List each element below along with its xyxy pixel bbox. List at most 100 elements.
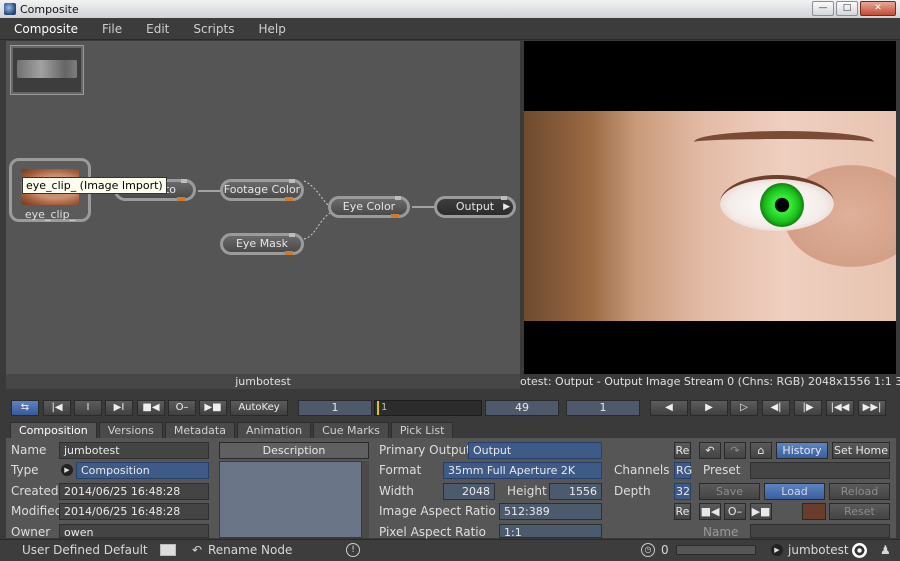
- format-field[interactable]: 35mm Full Aperture 2K: [443, 462, 602, 479]
- record-key-icon[interactable]: [802, 503, 826, 520]
- owner-field[interactable]: owen: [59, 524, 209, 539]
- description-textarea[interactable]: [219, 461, 362, 538]
- info-icon[interactable]: !: [346, 543, 360, 557]
- name2-field[interactable]: [750, 524, 890, 538]
- key-small-icon[interactable]: O–: [724, 503, 746, 520]
- set-out-icon[interactable]: ▶I: [105, 400, 133, 416]
- tab-metadata[interactable]: Metadata: [164, 422, 235, 439]
- step-back-icon[interactable]: ◀|: [762, 400, 790, 416]
- key-icon[interactable]: O–: [168, 400, 196, 416]
- menu-help[interactable]: Help: [258, 22, 285, 36]
- tab-pick-list[interactable]: Pick List: [390, 422, 454, 439]
- pixel-aspect-label: Pixel Aspect Ratio: [379, 525, 486, 539]
- redo-icon[interactable]: ↷: [724, 442, 746, 459]
- output-play-icon: ▶: [503, 202, 510, 212]
- home-icon[interactable]: ⌂: [750, 442, 772, 459]
- preset-label: Preset: [703, 463, 741, 477]
- window-title: Composite: [20, 2, 79, 16]
- menu-edit[interactable]: Edit: [146, 22, 169, 36]
- status-value: 0: [661, 543, 669, 557]
- timeline-scrubber[interactable]: 1: [374, 400, 482, 416]
- viewer-status: otest: Output - Output Image Stream 0 (C…: [520, 374, 900, 389]
- created-label: Created: [11, 484, 59, 498]
- tab-animation[interactable]: Animation: [236, 422, 312, 439]
- go-to-start-icon[interactable]: |◀: [43, 400, 71, 416]
- eyebrow-shape: [694, 131, 874, 153]
- tab-composition[interactable]: Composition: [10, 422, 97, 439]
- channels-field[interactable]: RG: [674, 462, 692, 479]
- type-label: Type: [11, 463, 39, 477]
- timeline-cursor[interactable]: [377, 401, 379, 415]
- node-eye-color-label: Eye Color: [342, 200, 396, 213]
- height-field[interactable]: 1556: [549, 483, 602, 500]
- timeline-frame-label: 1: [381, 402, 388, 413]
- image-aspect-field[interactable]: 512:389: [499, 503, 602, 520]
- play-boxed-icon[interactable]: ▷: [730, 400, 758, 416]
- layout-icon[interactable]: [160, 544, 176, 556]
- description-scrollbar[interactable]: [362, 461, 369, 538]
- node-output-label: Output: [455, 200, 495, 213]
- tab-cue-marks[interactable]: Cue Marks: [313, 422, 389, 439]
- tab-versions[interactable]: Versions: [98, 422, 163, 439]
- play-forward-icon[interactable]: ▶: [690, 400, 728, 416]
- history-button[interactable]: History: [776, 442, 828, 459]
- node-output[interactable]: Output ▶: [434, 196, 516, 218]
- menu-composite[interactable]: Composite: [14, 22, 78, 36]
- start-frame-field[interactable]: 1: [298, 400, 372, 416]
- step-forward-icon[interactable]: |▶: [794, 400, 822, 416]
- next-key-icon[interactable]: ▶■: [199, 400, 227, 416]
- menu-scripts[interactable]: Scripts: [193, 22, 234, 36]
- re-button-2[interactable]: Re: [674, 503, 691, 520]
- reset-button[interactable]: Reset: [829, 503, 890, 520]
- minimize-button[interactable]: —: [812, 1, 834, 16]
- pixel-aspect-field[interactable]: 1:1: [499, 524, 602, 539]
- node-footage-color-label: Footage Color: [223, 183, 301, 196]
- name2-label: Name: [703, 525, 739, 539]
- set-in-icon[interactable]: I: [74, 400, 102, 416]
- node-eye-mask[interactable]: Eye Mask: [220, 233, 304, 255]
- prev-key-icon[interactable]: ■◀: [137, 400, 165, 416]
- width-field[interactable]: 2048: [443, 483, 495, 500]
- image-aspect-label: Image Aspect Ratio: [379, 504, 496, 518]
- autokey-button[interactable]: AutoKey: [230, 400, 288, 416]
- depth-label: Depth: [614, 484, 651, 498]
- depth-field[interactable]: 32: [674, 483, 691, 500]
- preset-field[interactable]: [750, 462, 890, 479]
- save-button[interactable]: Save: [699, 483, 760, 500]
- comp-play-icon[interactable]: ▶: [771, 544, 783, 556]
- film-reel-icon[interactable]: [852, 543, 867, 558]
- go-to-end-icon[interactable]: ▶▶|: [858, 400, 886, 416]
- type-field[interactable]: Composition: [76, 462, 209, 479]
- graph-footer-label: jumbotest: [6, 374, 520, 389]
- name-field[interactable]: jumbotest: [59, 442, 209, 459]
- primary-output-field[interactable]: Output: [468, 442, 602, 459]
- next-key-small-icon[interactable]: ▶■: [750, 503, 772, 520]
- menu-file[interactable]: File: [102, 22, 122, 36]
- clock-icon: ◷: [641, 543, 655, 557]
- end-frame-field[interactable]: 49: [485, 400, 559, 416]
- maximize-button[interactable]: □: [836, 1, 858, 16]
- comp-name-status[interactable]: jumbotest: [788, 543, 849, 557]
- type-play-icon[interactable]: ▶: [61, 464, 73, 476]
- load-button[interactable]: Load: [764, 483, 825, 500]
- primary-output-label: Primary Output: [379, 443, 471, 457]
- loop-button[interactable]: ⇆: [11, 400, 39, 416]
- close-button[interactable]: ✕: [860, 1, 896, 16]
- set-home-button[interactable]: Set Home: [832, 442, 890, 459]
- node-footage-color[interactable]: Footage Color: [220, 179, 304, 201]
- name-label: Name: [11, 443, 47, 457]
- go-to-first-icon[interactable]: |◀◀: [826, 400, 854, 416]
- reload-button[interactable]: Reload: [829, 483, 890, 500]
- user-icon[interactable]: ♟: [880, 543, 891, 557]
- prev-key-small-icon[interactable]: ■◀: [699, 503, 721, 520]
- play-backward-icon[interactable]: ◀: [650, 400, 688, 416]
- iris-shape: [760, 183, 804, 227]
- undo-icon[interactable]: ↶: [699, 442, 721, 459]
- width-label: Width: [379, 484, 414, 498]
- rename-node-status[interactable]: Rename Node: [208, 543, 292, 557]
- current-frame-field[interactable]: 1: [566, 400, 640, 416]
- re-button-1[interactable]: Re: [674, 442, 691, 459]
- image-viewer[interactable]: [524, 41, 896, 376]
- modified-label: Modified: [11, 504, 63, 518]
- node-eye-color[interactable]: Eye Color: [328, 196, 410, 218]
